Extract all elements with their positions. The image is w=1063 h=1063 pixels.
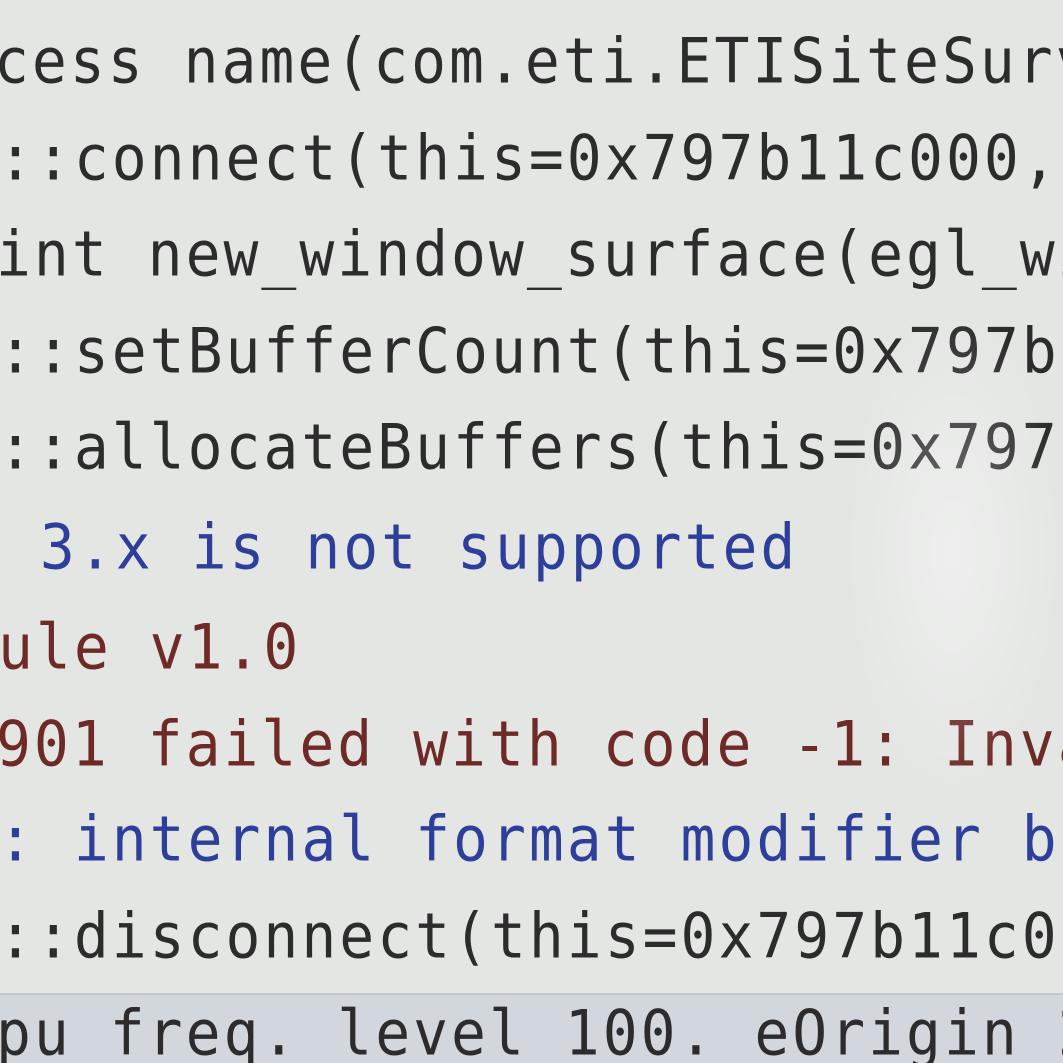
log-line[interactable]: ::disconnect(this=0x797b11c000, [0,897,1063,975]
log-line[interactable]: ::setBufferCount(this=0x797b11c [0,312,1063,390]
log-line-error[interactable]: 901 failed with code -1: Inval: [0,705,1063,783]
log-line[interactable]: cess name(com.eti.ETISiteSurvey [0,22,1063,100]
log-line-selected[interactable]: pu freq. level 100. eOrigin 2. [0,994,1063,1063]
log-line-error[interactable]: ule v1.0 [0,608,301,686]
log-line-warning[interactable]: : internal format modifier bit: [0,800,1063,878]
log-line[interactable]: ::connect(this=0x797b11c000,api [0,119,1063,197]
log-line[interactable]: int new_window_surface(egl_wins [0,215,1063,293]
log-viewer[interactable]: cess name(com.eti.ETISiteSurvey ::connec… [0,0,1063,1063]
log-line-warning[interactable]: 3.x is not supported [2,508,798,586]
log-line[interactable]: ::allocateBuffers(this=0x797b11 [0,408,1063,486]
